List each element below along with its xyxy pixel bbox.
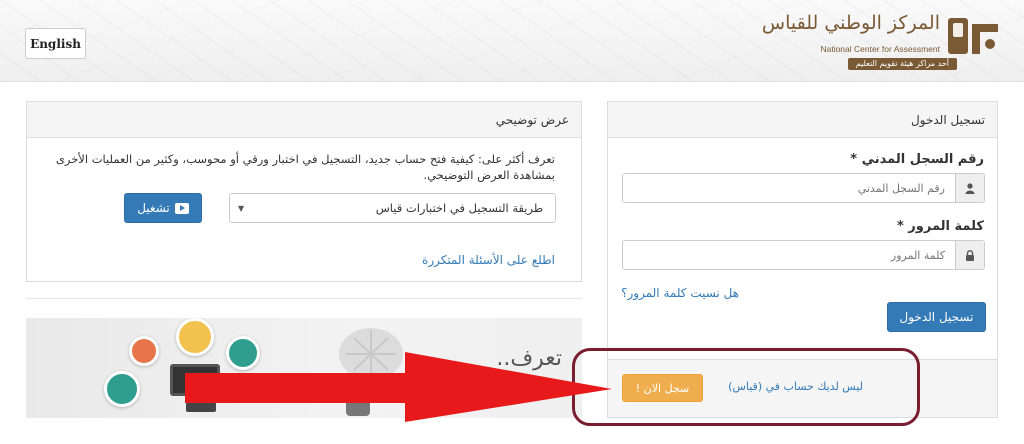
demo-select-value: طريقة التسجيل في اختبارات قياس <box>375 201 543 215</box>
password-input[interactable] <box>623 241 955 269</box>
login-panel: تسجيل الدخول رقم السجل المدني * كلمة الم… <box>607 101 998 418</box>
lock-icon <box>955 241 984 269</box>
demo-description: تعرف أكثر على: كيفية فتح حساب جديد، التس… <box>55 152 555 182</box>
demo-title: عرض توضيحي <box>495 112 569 127</box>
video-play-icon <box>174 202 189 214</box>
brain-icon <box>339 328 403 380</box>
login-button[interactable]: تسجيل الدخول <box>887 302 986 332</box>
play-button-label: تشغيل <box>137 201 170 215</box>
promo-banner[interactable]: تعرف.. <box>26 318 582 418</box>
no-account-text: ليس لديك حساب في (قياس) <box>728 380 863 393</box>
login-title: تسجيل الدخول <box>911 112 985 127</box>
site-logo[interactable]: المركز الوطني للقياس National Center for… <box>762 10 1002 74</box>
login-footer: ليس لديك حساب في (قياس) سجل الان ! <box>608 359 997 417</box>
laptop-icon <box>170 364 220 396</box>
national-id-input[interactable] <box>623 174 955 202</box>
password-label: كلمة المرور * <box>896 219 984 234</box>
faq-link[interactable]: اطلع على الأسئلة المتكررة <box>422 253 555 267</box>
keyboard-icon <box>186 402 216 412</box>
demo-video-select[interactable]: ▼ طريقة التسجيل في اختبارات قياس <box>229 193 556 223</box>
person-icon <box>346 388 370 416</box>
national-id-label: رقم السجل المدني * <box>850 152 984 167</box>
language-button[interactable]: English <box>25 28 86 59</box>
demo-panel-heading: عرض توضيحي <box>27 102 581 138</box>
ruler-icon <box>104 371 140 407</box>
user-icon <box>955 174 984 202</box>
password-field[interactable] <box>622 240 985 270</box>
flask-icon <box>176 318 214 356</box>
logo-mark-icon <box>948 18 998 54</box>
section-divider <box>26 298 582 299</box>
national-id-field[interactable] <box>622 173 985 203</box>
register-now-button[interactable]: سجل الان ! <box>622 374 703 402</box>
banner-text: تعرف.. <box>496 346 562 371</box>
chart-icon <box>129 336 159 366</box>
logo-arabic-name: المركز الوطني للقياس <box>761 12 940 34</box>
logo-english-name: National Center for Assessment <box>820 44 940 54</box>
play-button[interactable]: تشغيل <box>124 193 202 223</box>
demo-panel: عرض توضيحي تعرف أكثر على: كيفية فتح حساب… <box>26 101 582 282</box>
site-header: English المركز الوطني للقياس National Ce… <box>0 0 1024 82</box>
logo-tagline: أحد مراكز هيئة تقويم التعليم <box>847 58 957 70</box>
caret-down-icon: ▼ <box>238 203 245 213</box>
login-panel-heading: تسجيل الدخول <box>608 102 997 138</box>
globe-icon <box>226 336 260 370</box>
forgot-password-link[interactable]: هل نسيت كلمة المرور؟ <box>621 286 739 300</box>
